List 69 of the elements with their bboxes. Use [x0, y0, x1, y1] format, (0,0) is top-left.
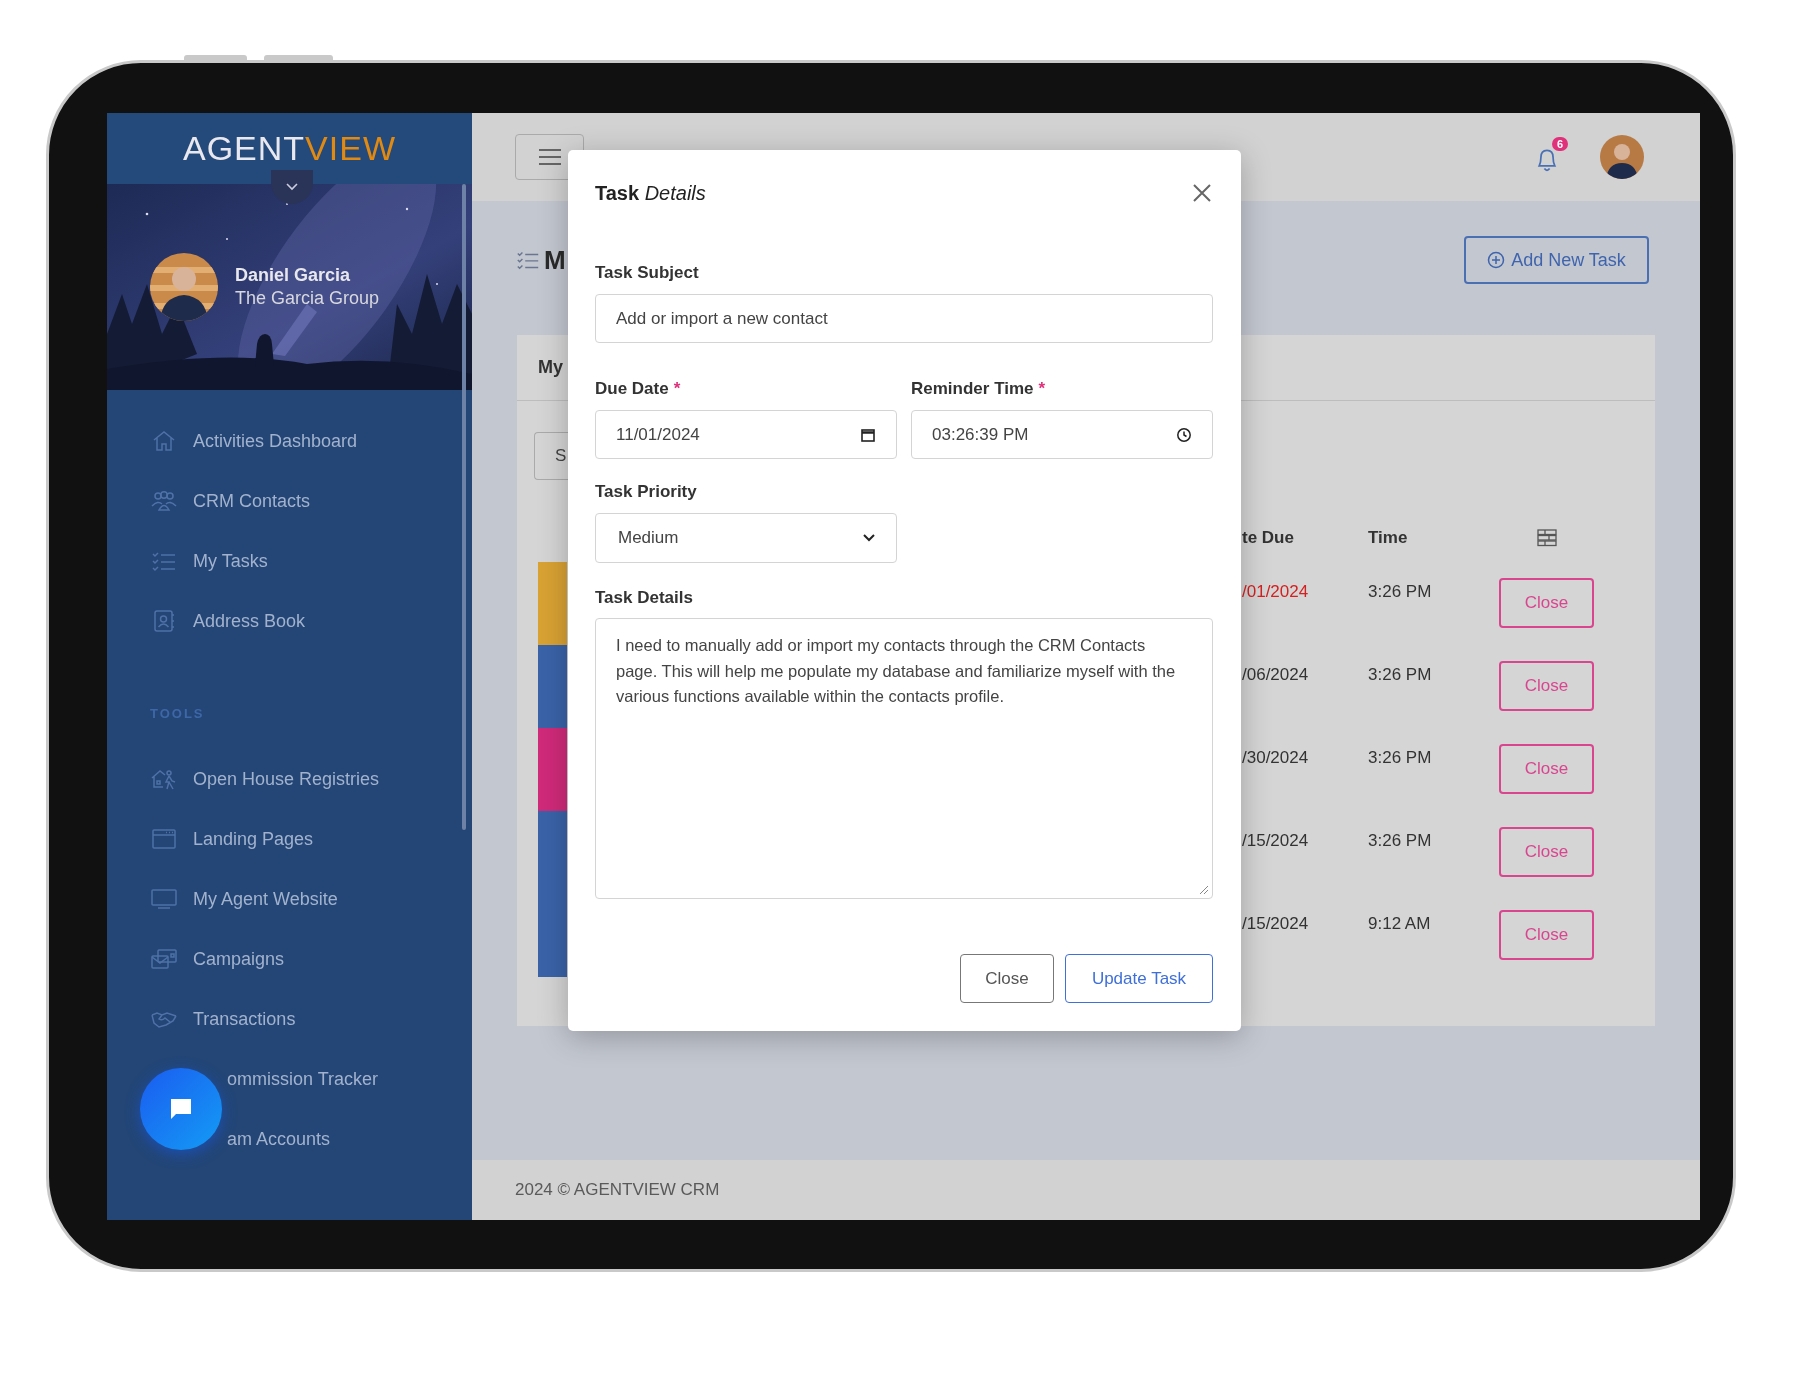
close-task-button[interactable]: Close	[1499, 744, 1594, 794]
plus-circle-icon	[1487, 251, 1506, 269]
sidebar-item[interactable]: My Agent Website	[193, 888, 338, 910]
column-header: Time	[1368, 528, 1408, 547]
details-field[interactable]: I need to manually add or import my contacts through the CRM Contacts page. This will help me populate my database and familiarize myself with the various functions available within the contacts profile.	[595, 618, 1213, 899]
close-task-button[interactable]: Close	[1499, 827, 1594, 877]
required-mark: *	[673, 378, 681, 400]
close-icon[interactable]	[1191, 182, 1213, 204]
due-date: /06/2024	[1242, 665, 1309, 684]
page-title: M	[544, 244, 566, 276]
menu-icon	[538, 148, 562, 166]
company-name: The Garcia Group	[235, 288, 380, 309]
close-button[interactable]: Close	[960, 954, 1054, 1003]
field-label: Task Details	[595, 587, 693, 609]
chevron-down-icon	[284, 182, 300, 192]
add-task-button[interactable]: Add New Task	[1464, 236, 1649, 284]
update-task-button[interactable]: Update Task	[1065, 954, 1213, 1003]
close-task-button[interactable]: Close	[1499, 910, 1594, 960]
due-time: 3:26 PM	[1368, 582, 1432, 601]
field-label: Task Subject	[595, 262, 699, 284]
due-time: 9:12 AM	[1368, 914, 1431, 933]
close-task-button[interactable]: Close	[1499, 661, 1594, 711]
due-time: 3:26 PM	[1368, 748, 1432, 767]
date-field[interactable]: 11/01/2024	[595, 410, 897, 459]
people-icon	[150, 489, 178, 513]
dialog-title: Task Details	[595, 181, 706, 205]
resize-grip-icon[interactable]	[1199, 885, 1209, 895]
clock-icon[interactable]	[1176, 426, 1192, 443]
field-label: Due Date	[595, 378, 669, 400]
due-date: /30/2024	[1242, 748, 1309, 767]
table-rows-icon[interactable]	[1536, 529, 1557, 547]
envelope-card-icon	[150, 947, 178, 971]
monitor-icon	[150, 887, 178, 911]
collapse-button[interactable]	[271, 170, 313, 204]
logo: AGENTVIEW	[107, 113, 472, 184]
checklist-icon	[150, 549, 178, 573]
chevron-down-icon	[862, 533, 876, 543]
column-header: te Due	[1242, 528, 1294, 547]
card-title: My	[538, 357, 563, 378]
close-task-button[interactable]: Close	[1499, 578, 1594, 628]
sidebar-item[interactable]: Campaigns	[193, 948, 285, 970]
browser-window-icon	[150, 827, 178, 851]
sidebar-item[interactable]: Open House Registries	[193, 768, 380, 790]
notification-button[interactable]: 6	[1523, 137, 1571, 177]
sidebar-item[interactable]: am Accounts	[227, 1128, 331, 1150]
time-field[interactable]: 03:26:39 PM	[911, 410, 1213, 459]
footer-text: 2024 © AGENTVIEW CRM	[515, 1180, 720, 1200]
field-label: Reminder Time	[911, 378, 1034, 400]
field-label: Task Priority	[595, 481, 697, 503]
due-time: 3:26 PM	[1368, 831, 1432, 850]
scrollbar-thumb[interactable]	[462, 184, 466, 830]
sidebar-item[interactable]: My Tasks	[193, 550, 268, 572]
due-time: 3:26 PM	[1368, 665, 1432, 684]
subject-field[interactable]: Add or import a new contact	[595, 294, 1213, 343]
due-date: /15/2024	[1242, 914, 1309, 933]
sidebar-item[interactable]: Address Book	[193, 610, 306, 632]
sidebar-item[interactable]: ommission Tracker	[227, 1068, 379, 1090]
due-date: /01/2024	[1242, 582, 1309, 601]
calendar-icon[interactable]	[860, 426, 876, 443]
user-name: Daniel Garcia	[235, 265, 352, 286]
priority-select[interactable]: Medium	[595, 513, 897, 563]
sidebar-item[interactable]: Transactions	[193, 1008, 296, 1030]
required-mark: *	[1038, 378, 1046, 400]
due-date: /15/2024	[1242, 831, 1309, 850]
house-person-icon	[150, 767, 178, 791]
sidebar-item[interactable]: Landing Pages	[193, 828, 314, 850]
sidebar-item[interactable]: Activities Dashboard	[193, 430, 358, 452]
sidebar-item[interactable]: CRM Contacts	[193, 490, 311, 512]
user-avatar[interactable]	[1600, 135, 1644, 179]
